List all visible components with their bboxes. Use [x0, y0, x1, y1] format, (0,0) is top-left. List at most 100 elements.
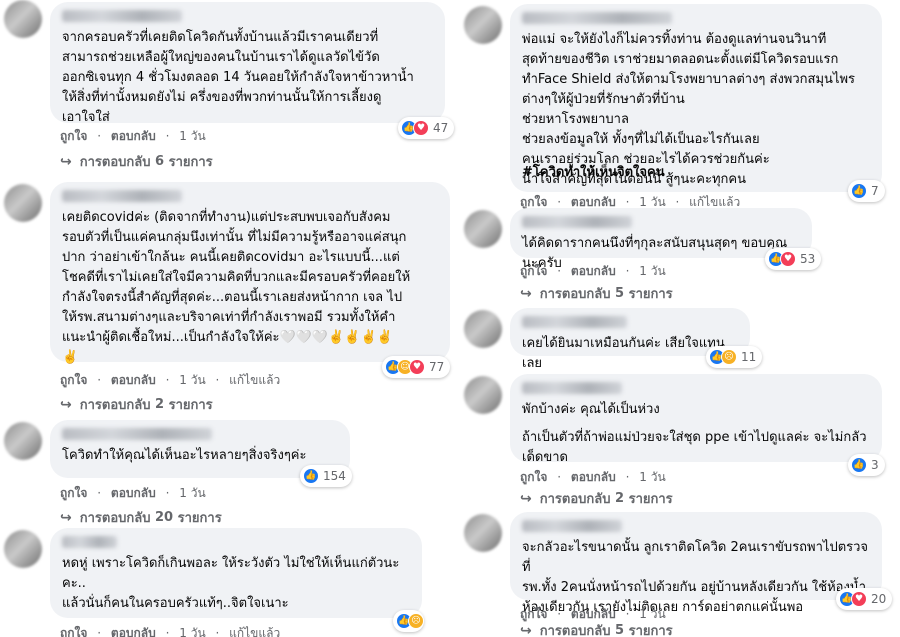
timestamp[interactable]: 1 วัน	[639, 607, 665, 621]
hashtag-link[interactable]: #โควิดทำให้เห็นจิตใจคน	[522, 163, 665, 183]
comment-actions: ถูกใจ · ตอบกลับ · 1 วัน	[520, 468, 672, 487]
reply-arrow-icon: ↪	[60, 396, 72, 413]
reaction-summary[interactable]: 👍 7	[848, 180, 885, 202]
like-link[interactable]: ถูกใจ	[520, 264, 547, 278]
commenter-name[interactable]	[522, 520, 622, 532]
reply-link[interactable]: ตอบกลับ	[111, 129, 156, 143]
separator-dot: ·	[557, 264, 562, 278]
sad-icon: ☹	[721, 349, 737, 365]
comment-bubble: จะกลัวอะไรขนาดนั้น ลูกเราติดโควิด 2คนเรา…	[510, 512, 882, 615]
separator-dot: ·	[165, 373, 170, 387]
replies-count: 2	[615, 491, 625, 506]
sad-icon: ☹	[408, 613, 424, 629]
comment-text: สุดท้ายของชีวิต เราช่วยมาตลอดนะตั้งแต่มี…	[522, 52, 839, 67]
commenter-name[interactable]	[62, 190, 182, 202]
replies-label: การตอบกลับ	[79, 155, 151, 170]
commenter-name[interactable]	[62, 428, 212, 440]
separator-dot: ·	[215, 626, 220, 637]
reaction-summary[interactable]: 👍 ♥ 20	[836, 588, 893, 610]
comment-text: จากครอบครัวที่เคยติดโควิดกันทั้งบ้านแล้ว…	[62, 30, 379, 45]
view-replies-link[interactable]: ↪ การตอบกลับ 5 รายการ	[520, 620, 673, 637]
separator-dot: ·	[97, 129, 102, 143]
reaction-summary[interactable]: 👍 154	[300, 465, 352, 487]
like-link[interactable]: ถูกใจ	[520, 470, 547, 484]
replies-unit: รายการ	[628, 287, 673, 302]
timestamp[interactable]: 1 วัน	[639, 470, 665, 484]
commenter-name[interactable]	[522, 12, 672, 24]
avatar[interactable]	[464, 376, 502, 414]
comment-bubble: พักบ้างค่ะ คุณได้เป็นห่วง ถ้าเป็นตัวที่ถ…	[510, 374, 882, 465]
avatar[interactable]	[464, 6, 502, 44]
view-replies-link[interactable]: ↪ การตอบกลับ 2 รายการ	[60, 394, 213, 415]
timestamp[interactable]: 1 วัน	[179, 129, 205, 143]
comment-text: ถ้าเป็นตัวที่ถ้าพ่อแม่ป่วยจะใส่ชุด ppe เ…	[522, 430, 867, 445]
timestamp[interactable]: 1 วัน	[179, 626, 205, 637]
like-link[interactable]: ถูกใจ	[60, 373, 87, 387]
commenter-name[interactable]	[62, 536, 117, 548]
separator-dot: ·	[215, 373, 220, 387]
avatar[interactable]	[464, 210, 502, 248]
comment-text: ทำFace Shield ส่งให้ตามโรงพยาบาลต่างๆ ส่…	[522, 72, 856, 87]
like-link[interactable]: ถูกใจ	[520, 607, 547, 621]
comment-text: ช่วยลงข้อมูลให้ ทั้งๆที่ไม่ได้เป็นอะไรกั…	[522, 132, 760, 147]
replies-count: 2	[155, 397, 165, 412]
love-icon: ♥	[851, 591, 867, 607]
reply-link[interactable]: ตอบกลับ	[111, 486, 156, 500]
reaction-summary[interactable]: 👍 ☺ ♥ 77	[382, 356, 451, 378]
reaction-count: 53	[800, 252, 816, 266]
timestamp[interactable]: 1 วัน	[639, 195, 665, 209]
reply-link[interactable]: ตอบกลับ	[571, 264, 616, 278]
timestamp[interactable]: 1 วัน	[179, 486, 205, 500]
timestamp[interactable]: 1 วัน	[639, 264, 665, 278]
view-replies-link[interactable]: ↪ การตอบกลับ 6 รายการ	[60, 151, 213, 172]
separator-dot: ·	[557, 195, 562, 209]
separator-dot: ·	[625, 264, 630, 278]
reaction-summary[interactable]: 👍 ☹ 11	[706, 346, 763, 368]
avatar[interactable]	[4, 422, 42, 460]
like-link[interactable]: ถูกใจ	[520, 195, 547, 209]
commenter-name[interactable]	[522, 316, 627, 328]
commenter-name[interactable]	[522, 382, 622, 394]
reply-link[interactable]: ตอบกลับ	[571, 195, 616, 209]
comment-text: สามารถช่วยเหลือผู้ใหญ่ของคนในบ้านเราได้ด…	[62, 50, 380, 65]
replies-label: การตอบกลับ	[79, 511, 151, 526]
view-replies-link[interactable]: ↪ การตอบกลับ 5 รายการ	[520, 283, 673, 304]
replies-label: การตอบกลับ	[539, 624, 611, 637]
avatar[interactable]	[464, 514, 502, 552]
left-comment-column: จากครอบครัวที่เคยติดโควิดกันทั้งบ้านแล้ว…	[0, 0, 455, 637]
commenter-name[interactable]	[62, 10, 182, 22]
replies-unit: รายการ	[177, 511, 222, 526]
reply-arrow-icon: ↪	[60, 153, 72, 170]
reaction-count: 11	[741, 350, 757, 364]
separator-dot: ·	[165, 129, 170, 143]
comment-text: ออกซิเจนทุก 4 ชั่วโมงตลอด 14 วันคอยให้กำ…	[62, 70, 414, 85]
separator-dot: ·	[557, 470, 562, 484]
reply-link[interactable]: ตอบกลับ	[111, 373, 156, 387]
reaction-summary[interactable]: 👍 ♥ 53	[765, 248, 822, 270]
view-replies-link[interactable]: ↪ การตอบกลับ 20 รายการ	[60, 507, 222, 528]
commenter-name[interactable]	[522, 216, 632, 228]
like-link[interactable]: ถูกใจ	[60, 129, 87, 143]
separator-dot: ·	[165, 626, 170, 637]
avatar[interactable]	[4, 184, 42, 222]
separator-dot: ·	[557, 607, 562, 621]
comment-actions: ถูกใจ · ตอบกลับ · 1 วัน · แก้ไขแล้ว	[60, 371, 286, 390]
comment-text: ปาก ว่าอย่าเข้าใกล้นะ คนนี้เคยติดcovidมา…	[62, 250, 400, 265]
comment-text: พ่อแม่ จะให้ยังไงก็ไม่ควรทิ้งท่าน ต้องดู…	[522, 32, 827, 47]
avatar[interactable]	[4, 0, 42, 38]
reply-link[interactable]: ตอบกลับ	[571, 607, 616, 621]
avatar[interactable]	[464, 310, 502, 348]
comment-text: แนะนำผู้ติดเชื้อใหม่...เป็นกำลังใจให้ค่ะ…	[62, 330, 393, 345]
reply-link[interactable]: ตอบกลับ	[111, 626, 156, 637]
reaction-summary[interactable]: 👍 3	[848, 454, 885, 476]
like-link[interactable]: ถูกใจ	[60, 626, 87, 637]
view-replies-link[interactable]: ↪ การตอบกลับ 2 รายการ	[520, 488, 673, 509]
avatar[interactable]	[4, 530, 42, 568]
reaction-summary[interactable]: 👍 ♥ 47	[398, 117, 455, 139]
replies-unit: รายการ	[628, 624, 673, 637]
reply-link[interactable]: ตอบกลับ	[571, 470, 616, 484]
comment-bubble: จากครอบครัวที่เคยติดโควิดกันทั้งบ้านแล้ว…	[50, 2, 445, 125]
timestamp[interactable]: 1 วัน	[179, 373, 205, 387]
reaction-summary[interactable]: 👍 ☹	[393, 610, 424, 632]
like-link[interactable]: ถูกใจ	[60, 486, 87, 500]
